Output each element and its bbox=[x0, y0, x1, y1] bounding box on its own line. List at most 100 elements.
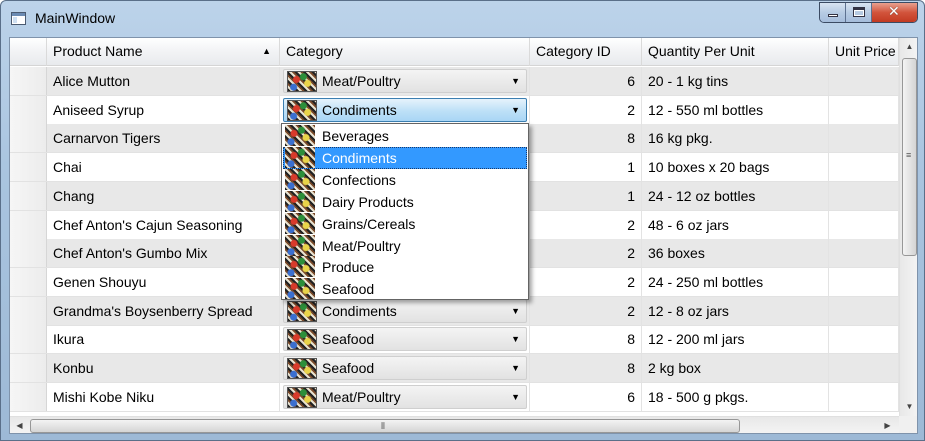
vertical-scrollbar[interactable]: ▲ ≡ ▼ bbox=[899, 38, 917, 416]
maximize-button[interactable] bbox=[846, 3, 872, 22]
title-bar[interactable]: MainWindow ✕ bbox=[1, 1, 924, 35]
table-row[interactable]: Mishi Kobe Niku Meat/Poultry ▼ 6 18 - 500 g … bbox=[10, 382, 899, 412]
product-name-cell[interactable]: Chef Anton's Cajun Seasoning bbox=[47, 210, 280, 239]
quantity-per-unit-cell[interactable]: 24 - 12 oz bottles bbox=[642, 181, 829, 210]
category-id-cell[interactable]: 2 bbox=[530, 239, 642, 268]
minimize-button[interactable] bbox=[820, 3, 846, 22]
row-header[interactable] bbox=[10, 95, 47, 124]
dropdown-option[interactable]: Produce bbox=[283, 256, 527, 278]
quantity-per-unit-cell[interactable]: 12 - 200 ml jars bbox=[642, 325, 829, 354]
row-header[interactable] bbox=[10, 239, 47, 268]
category-combobox[interactable]: Seafood ▼ bbox=[283, 356, 527, 380]
category-cell[interactable]: Condiments ▼ bbox=[280, 296, 530, 325]
product-name-cell[interactable]: Carnarvon Tigers bbox=[47, 124, 280, 153]
product-name-cell[interactable]: Chang bbox=[47, 181, 280, 210]
category-cell[interactable]: Seafood ▼ bbox=[280, 354, 530, 382]
chevron-down-icon[interactable]: ▼ bbox=[511, 328, 520, 350]
column-header-quantity-per-unit[interactable]: Quantity Per Unit bbox=[642, 38, 829, 66]
category-cell[interactable]: Meat/Poultry ▼ bbox=[280, 67, 530, 95]
table-row[interactable]: Grandma's Boysenberry Spread Condiments ▼ 2… bbox=[10, 296, 899, 326]
row-header[interactable] bbox=[10, 153, 47, 182]
quantity-per-unit-cell[interactable]: 12 - 8 oz jars bbox=[642, 296, 829, 325]
product-name-cell[interactable]: Chai bbox=[47, 153, 280, 182]
category-id-cell[interactable]: 1 bbox=[530, 181, 642, 210]
quantity-per-unit-cell[interactable]: 10 boxes x 20 bags bbox=[642, 153, 829, 182]
unit-price-cell[interactable] bbox=[829, 210, 899, 239]
dropdown-option[interactable]: Beverages bbox=[283, 125, 527, 147]
unit-price-cell[interactable] bbox=[829, 296, 899, 325]
vertical-scroll-thumb[interactable]: ≡ bbox=[902, 58, 917, 256]
product-name-cell[interactable]: Grandma's Boysenberry Spread bbox=[47, 296, 280, 325]
row-header[interactable] bbox=[10, 210, 47, 239]
table-row[interactable]: Ikura Seafood ▼ 8 12 - 200 ml jars bbox=[10, 325, 899, 355]
horizontal-scroll-thumb[interactable]: ⦀ bbox=[30, 419, 740, 433]
dropdown-option[interactable]: Condiments bbox=[283, 146, 527, 169]
product-name-cell[interactable]: Aniseed Syrup bbox=[47, 95, 280, 124]
category-combobox[interactable]: Seafood ▼ bbox=[283, 327, 527, 352]
category-combobox[interactable]: Meat/Poultry ▼ bbox=[283, 384, 527, 409]
scroll-right-icon[interactable]: ▶ bbox=[879, 417, 896, 433]
table-row[interactable]: Konbu Seafood ▼ 8 2 kg box bbox=[10, 354, 899, 383]
category-id-cell[interactable]: 2 bbox=[530, 267, 642, 296]
category-dropdown-list[interactable]: Beverages Condiments Confections Dairy Prod… bbox=[281, 123, 529, 300]
column-header-category[interactable]: Category bbox=[280, 38, 530, 66]
category-cell[interactable]: Meat/Poultry ▼ bbox=[280, 382, 530, 411]
quantity-per-unit-cell[interactable]: 2 kg box bbox=[642, 354, 829, 382]
product-name-cell[interactable]: Mishi Kobe Niku bbox=[47, 382, 280, 411]
category-id-cell[interactable]: 6 bbox=[530, 67, 642, 95]
row-header[interactable] bbox=[10, 382, 47, 411]
scroll-up-icon[interactable]: ▲ bbox=[901, 38, 917, 55]
unit-price-cell[interactable] bbox=[829, 95, 899, 124]
unit-price-cell[interactable] bbox=[829, 67, 899, 95]
horizontal-scrollbar[interactable]: ◀ ⦀ ▶ bbox=[10, 416, 899, 433]
quantity-per-unit-cell[interactable]: 24 - 250 ml bottles bbox=[642, 267, 829, 296]
product-name-cell[interactable]: Ikura bbox=[47, 325, 280, 354]
chevron-down-icon[interactable]: ▼ bbox=[511, 300, 520, 322]
quantity-per-unit-cell[interactable]: 36 boxes bbox=[642, 239, 829, 268]
row-header[interactable] bbox=[10, 67, 47, 95]
unit-price-cell[interactable] bbox=[829, 382, 899, 411]
category-combobox[interactable]: Meat/Poultry ▼ bbox=[283, 69, 527, 93]
row-header[interactable] bbox=[10, 267, 47, 296]
category-id-cell[interactable]: 6 bbox=[530, 382, 642, 411]
unit-price-cell[interactable] bbox=[829, 181, 899, 210]
scroll-left-icon[interactable]: ◀ bbox=[11, 417, 28, 433]
dropdown-option[interactable]: Confections bbox=[283, 168, 527, 191]
category-combobox[interactable]: Condiments ▼ bbox=[283, 298, 527, 323]
quantity-per-unit-cell[interactable]: 48 - 6 oz jars bbox=[642, 210, 829, 239]
category-id-cell[interactable]: 8 bbox=[530, 325, 642, 354]
dropdown-option[interactable]: Grains/Cereals bbox=[283, 212, 527, 235]
chevron-down-icon[interactable]: ▼ bbox=[511, 70, 520, 92]
unit-price-cell[interactable] bbox=[829, 124, 899, 153]
chevron-down-icon[interactable]: ▼ bbox=[511, 357, 520, 379]
row-header[interactable] bbox=[10, 181, 47, 210]
quantity-per-unit-cell[interactable]: 20 - 1 kg tins bbox=[642, 67, 829, 95]
product-name-cell[interactable]: Konbu bbox=[47, 354, 280, 382]
category-id-cell[interactable]: 2 bbox=[530, 210, 642, 239]
column-header-category-id[interactable]: Category ID bbox=[530, 38, 642, 66]
dropdown-option[interactable]: Dairy Products bbox=[283, 190, 527, 213]
row-header[interactable] bbox=[10, 354, 47, 382]
category-combobox[interactable]: Condiments ▼ bbox=[283, 97, 527, 122]
quantity-per-unit-cell[interactable]: 16 kg pkg. bbox=[642, 124, 829, 153]
product-name-cell[interactable]: Chef Anton's Gumbo Mix bbox=[47, 239, 280, 268]
unit-price-cell[interactable] bbox=[829, 153, 899, 182]
product-name-cell[interactable]: Alice Mutton bbox=[47, 67, 280, 95]
table-row[interactable]: Alice Mutton Meat/Poultry ▼ 6 20 - 1 kg tins bbox=[10, 67, 899, 96]
quantity-per-unit-cell[interactable]: 12 - 550 ml bottles bbox=[642, 95, 829, 124]
category-id-cell[interactable]: 8 bbox=[530, 124, 642, 153]
category-cell[interactable]: Seafood ▼ bbox=[280, 325, 530, 354]
category-id-cell[interactable]: 1 bbox=[530, 153, 642, 182]
dropdown-option[interactable]: Seafood bbox=[283, 278, 527, 300]
chevron-down-icon[interactable]: ▼ bbox=[511, 99, 520, 121]
chevron-down-icon[interactable]: ▼ bbox=[511, 386, 520, 408]
close-button[interactable]: ✕ bbox=[872, 3, 917, 22]
unit-price-cell[interactable] bbox=[829, 267, 899, 296]
quantity-per-unit-cell[interactable]: 18 - 500 g pkgs. bbox=[642, 382, 829, 411]
unit-price-cell[interactable] bbox=[829, 239, 899, 268]
category-cell[interactable]: Condiments ▼ bbox=[280, 95, 530, 124]
dropdown-option[interactable]: Meat/Poultry bbox=[283, 234, 527, 257]
unit-price-cell[interactable] bbox=[829, 325, 899, 354]
select-all-header[interactable] bbox=[10, 38, 47, 66]
product-name-cell[interactable]: Genen Shouyu bbox=[47, 267, 280, 296]
